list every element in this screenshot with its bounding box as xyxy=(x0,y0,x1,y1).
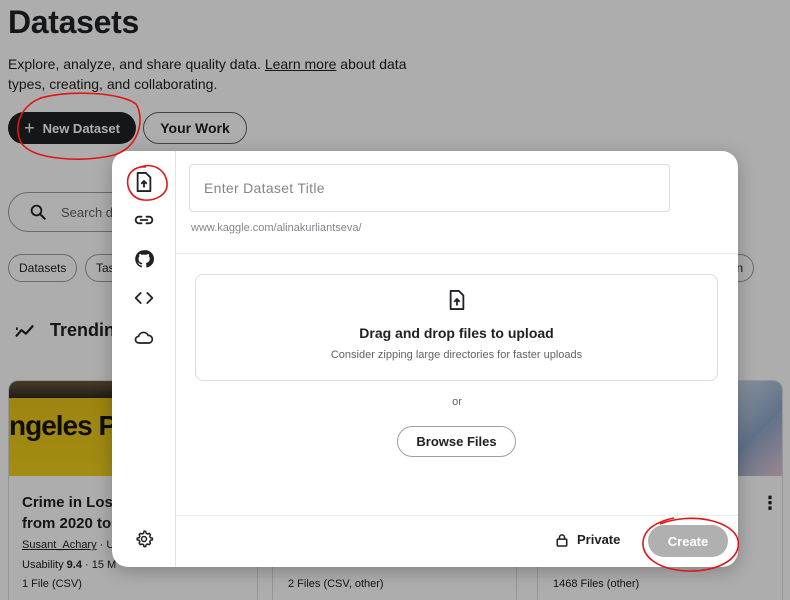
lock-icon xyxy=(556,533,568,547)
or-separator: or xyxy=(452,396,462,408)
github-icon[interactable] xyxy=(132,247,156,271)
file-drop-zone[interactable]: Drag and drop files to upload Consider z… xyxy=(195,274,718,381)
source-sidebar xyxy=(112,151,176,567)
drop-zone-title: Drag and drop files to upload xyxy=(359,325,554,341)
dataset-url-hint: www.kaggle.com/alinakurliantseva/ xyxy=(191,222,362,234)
divider xyxy=(176,253,738,254)
link-icon[interactable] xyxy=(132,208,156,232)
file-upload-icon[interactable] xyxy=(132,170,156,194)
visibility-toggle[interactable]: Private xyxy=(556,532,620,547)
dataset-title-input[interactable] xyxy=(189,164,670,212)
divider xyxy=(176,515,738,516)
drop-zone-subtitle: Consider zipping large directories for f… xyxy=(330,349,583,361)
create-button[interactable]: Create xyxy=(648,525,728,557)
file-upload-icon xyxy=(449,290,465,310)
dialog-main: www.kaggle.com/alinakurliantseva/ Drag a… xyxy=(176,151,738,567)
cloud-icon[interactable] xyxy=(132,326,156,350)
new-dataset-dialog: www.kaggle.com/alinakurliantseva/ Drag a… xyxy=(112,151,738,567)
settings-icon[interactable] xyxy=(132,527,156,551)
browse-files-button[interactable]: Browse Files xyxy=(397,426,516,457)
code-icon[interactable] xyxy=(132,286,156,310)
private-label: Private xyxy=(577,532,621,547)
